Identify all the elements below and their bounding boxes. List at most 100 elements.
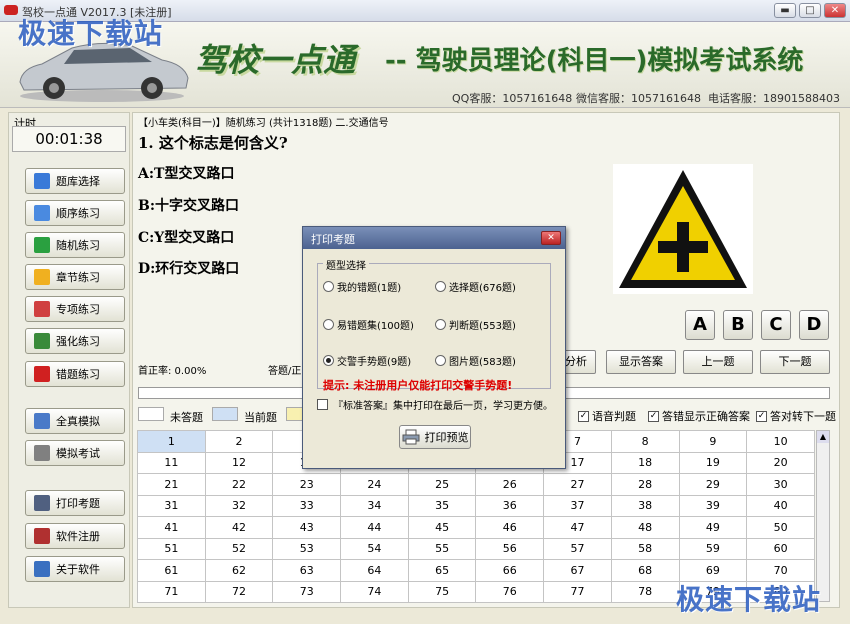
question-cell[interactable]: 48 (610, 516, 680, 539)
question-cell[interactable]: 2 (204, 430, 274, 453)
question-cell[interactable]: 52 (204, 537, 274, 560)
mock-exam-button[interactable]: 模拟考试 (25, 440, 125, 466)
question-cell[interactable]: 77 (543, 580, 612, 603)
question-cell[interactable]: 76 (475, 580, 545, 603)
chapter-practice-button[interactable]: 章节练习 (25, 264, 125, 290)
bank-select-button[interactable]: 题库选择 (25, 168, 125, 194)
answer-a-button[interactable]: A (685, 310, 715, 340)
question-cell[interactable]: 27 (543, 473, 612, 496)
question-cell[interactable]: 73 (272, 580, 342, 603)
question-cell[interactable]: 24 (340, 473, 409, 496)
question-cell[interactable]: 23 (272, 473, 342, 496)
question-cell[interactable]: 50 (746, 516, 815, 539)
question-cell[interactable]: 9 (678, 430, 748, 453)
question-cell[interactable]: 74 (340, 580, 409, 603)
show-answer-button[interactable]: 显示答案 (606, 350, 676, 374)
radio-circle[interactable] (323, 281, 334, 292)
question-cell[interactable]: 33 (272, 494, 342, 517)
radio-circle[interactable] (435, 319, 446, 330)
option-b[interactable]: B:十字交叉路口 (138, 195, 239, 215)
sequential-practice-button[interactable]: 顺序练习 (25, 200, 125, 226)
choice-radio[interactable]: 选择题(676题) (435, 279, 516, 294)
question-cell[interactable]: 30 (746, 473, 815, 496)
question-cell[interactable]: 20 (746, 451, 815, 474)
show-correct-checkbox[interactable]: ✓ 答错显示正确答案 (648, 408, 750, 424)
question-cell[interactable]: 36 (475, 494, 545, 517)
question-cell[interactable]: 43 (272, 516, 342, 539)
error-prone-radio[interactable]: 易错题集(100题) (323, 317, 414, 332)
grid-scrollbar[interactable]: ▲ (816, 430, 830, 602)
question-cell[interactable]: 49 (678, 516, 748, 539)
question-cell[interactable]: 51 (137, 537, 206, 560)
voice-judge-checkbox[interactable]: ✓ 语音判题 (578, 408, 636, 424)
question-cell[interactable]: 60 (746, 537, 815, 560)
question-cell[interactable]: 47 (543, 516, 612, 539)
question-cell[interactable]: 39 (678, 494, 748, 517)
question-cell[interactable]: 8 (610, 430, 680, 453)
question-cell[interactable]: 10 (746, 430, 815, 453)
question-cell[interactable]: 71 (137, 580, 206, 603)
question-cell[interactable]: 57 (543, 537, 612, 560)
radio-circle[interactable] (435, 281, 446, 292)
question-cell[interactable]: 45 (407, 516, 477, 539)
maximize-button[interactable]: □ (799, 3, 821, 18)
auto-next-checkbox[interactable]: ✓ 答对转下一题 (756, 408, 836, 424)
question-cell[interactable]: 44 (340, 516, 409, 539)
question-cell[interactable]: 29 (678, 473, 748, 496)
question-cell[interactable]: 67 (543, 559, 612, 582)
full-mock-button[interactable]: 全真模拟 (25, 408, 125, 434)
picture-radio[interactable]: 图片题(583题) (435, 353, 516, 368)
question-cell[interactable]: 22 (204, 473, 274, 496)
question-cell[interactable]: 21 (137, 473, 206, 496)
topic-practice-button[interactable]: 专项练习 (25, 296, 125, 322)
question-cell[interactable]: 64 (340, 559, 409, 582)
option-a[interactable]: A:T型交叉路口 (138, 163, 234, 183)
question-cell[interactable]: 78 (610, 580, 680, 603)
radio-circle[interactable] (323, 355, 334, 366)
question-cell[interactable]: 56 (475, 537, 545, 560)
register-software-button[interactable]: 软件注册 (25, 523, 125, 549)
question-cell[interactable]: 26 (475, 473, 545, 496)
question-cell[interactable]: 38 (610, 494, 680, 517)
intensive-practice-button[interactable]: 强化练习 (25, 328, 125, 354)
question-cell[interactable]: 53 (272, 537, 342, 560)
question-cell[interactable]: 37 (543, 494, 612, 517)
question-cell[interactable]: 58 (610, 537, 680, 560)
option-c[interactable]: C:Y型交叉路口 (138, 227, 234, 247)
question-cell[interactable]: 72 (204, 580, 274, 603)
question-cell[interactable]: 28 (610, 473, 680, 496)
scroll-up-icon[interactable]: ▲ (817, 431, 829, 443)
print-questions-button[interactable]: 打印考题 (25, 490, 125, 516)
std-answer-checkbox[interactable]: 『标准答案』集中打印在最后一页，学习更方便。 (317, 397, 553, 412)
question-cell[interactable]: 55 (407, 537, 477, 560)
question-cell[interactable]: 54 (340, 537, 409, 560)
question-cell[interactable]: 31 (137, 494, 206, 517)
question-cell[interactable]: 61 (137, 559, 206, 582)
about-software-button[interactable]: 关于软件 (25, 556, 125, 582)
question-cell[interactable]: 41 (137, 516, 206, 539)
question-cell[interactable]: 11 (137, 451, 206, 474)
question-cell[interactable]: 32 (204, 494, 274, 517)
question-cell[interactable]: 18 (610, 451, 680, 474)
question-cell[interactable]: 65 (407, 559, 477, 582)
wrong-practice-button[interactable]: 错题练习 (25, 361, 125, 387)
dialog-close-button[interactable]: ✕ (541, 231, 561, 245)
question-cell[interactable]: 66 (475, 559, 545, 582)
minimize-button[interactable]: ▬ (774, 3, 796, 18)
question-cell[interactable]: 19 (678, 451, 748, 474)
question-cell[interactable]: 42 (204, 516, 274, 539)
random-practice-button[interactable]: 随机练习 (25, 232, 125, 258)
question-cell[interactable]: 62 (204, 559, 274, 582)
close-button[interactable]: ✕ (824, 3, 846, 18)
question-cell[interactable]: 46 (475, 516, 545, 539)
my-wrong-radio[interactable]: 我的错题(1题) (323, 279, 401, 294)
radio-circle[interactable] (435, 355, 446, 366)
question-cell[interactable]: 25 (407, 473, 477, 496)
police-gesture-radio[interactable]: 交警手势题(9题) (323, 353, 411, 368)
question-cell[interactable]: 75 (407, 580, 477, 603)
question-cell[interactable]: 34 (340, 494, 409, 517)
question-cell[interactable]: 12 (204, 451, 274, 474)
question-cell[interactable]: 1 (137, 430, 206, 453)
question-cell[interactable]: 35 (407, 494, 477, 517)
question-cell[interactable]: 59 (678, 537, 748, 560)
